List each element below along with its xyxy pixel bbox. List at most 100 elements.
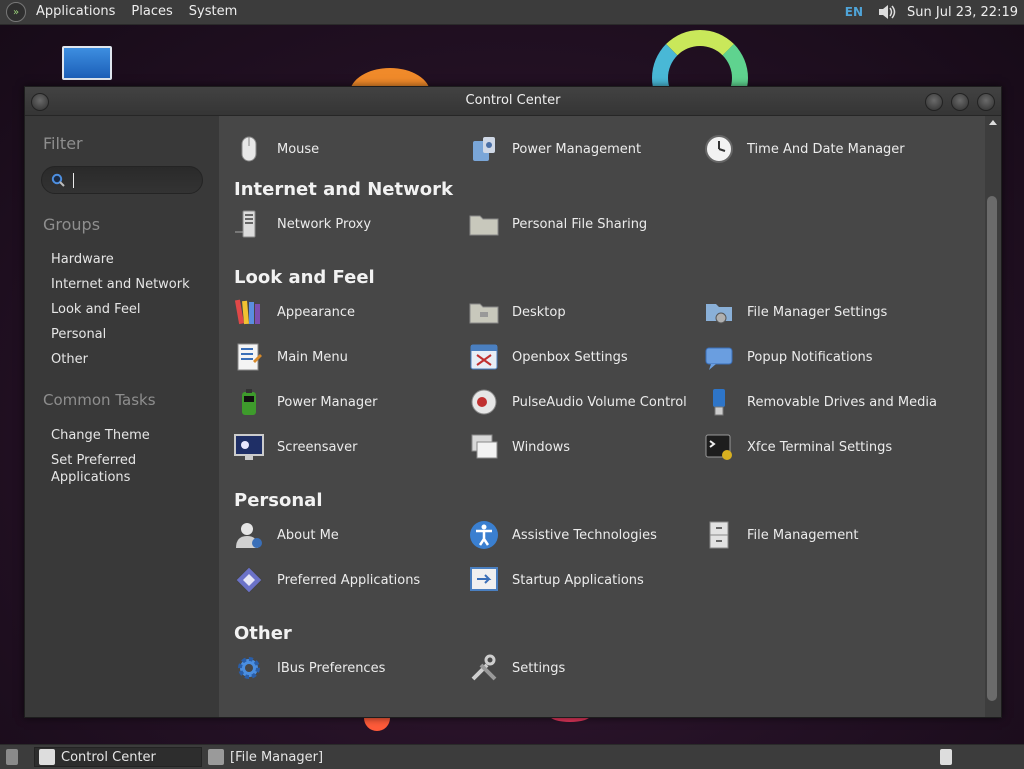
- close-button[interactable]: [977, 93, 995, 111]
- text-cursor: [73, 173, 74, 188]
- common-tasks-heading: Common Tasks: [43, 391, 156, 409]
- control-center-item[interactable]: Xfce Terminal Settings: [689, 431, 892, 463]
- item-label: Power Manager: [277, 394, 378, 410]
- app-menu-logo-icon[interactable]: »: [6, 2, 26, 22]
- control-center-item[interactable]: Windows: [454, 431, 570, 463]
- item-label: Screensaver: [277, 439, 358, 455]
- taskbar-item-file-manager[interactable]: [File Manager]: [204, 747, 384, 767]
- control-center-item[interactable]: Network Proxy: [219, 208, 371, 240]
- control-center-item[interactable]: Personal File Sharing: [454, 208, 647, 240]
- group-link-personal[interactable]: Personal: [51, 326, 106, 343]
- screensaver-icon: [233, 431, 265, 463]
- keyboard-layout-indicator[interactable]: EN: [845, 5, 863, 19]
- control-center-item[interactable]: Screensaver: [219, 431, 357, 463]
- section-title: Other: [234, 623, 292, 644]
- groups-heading: Groups: [43, 215, 101, 234]
- control-center-item[interactable]: File Manager Settings: [689, 296, 887, 328]
- item-label: Openbox Settings: [512, 349, 628, 365]
- item-label: Power Management: [512, 141, 642, 157]
- item-label: IBus Preferences: [277, 660, 386, 676]
- minimize-button[interactable]: [925, 93, 943, 111]
- vertical-scrollbar[interactable]: [985, 116, 1001, 717]
- group-link-internet-and-network[interactable]: Internet and Network: [51, 276, 190, 293]
- applications-menu[interactable]: Applications: [28, 0, 123, 24]
- group-link-look-and-feel[interactable]: Look and Feel: [51, 301, 141, 318]
- item-label: Startup Applications: [512, 572, 644, 588]
- search-icon: [51, 173, 65, 187]
- control-center-item[interactable]: Power Management: [454, 133, 641, 165]
- control-center-item[interactable]: IBus Preferences: [219, 652, 385, 684]
- item-label: Preferred Applications: [277, 572, 421, 588]
- folder-share-icon: [468, 208, 500, 240]
- item-label: Popup Notifications: [747, 349, 873, 365]
- item-label: Xfce Terminal Settings: [747, 439, 893, 455]
- task-set-preferred-applications[interactable]: Set Preferred Applications: [51, 452, 201, 486]
- control-center-item[interactable]: Power Manager: [219, 386, 377, 418]
- computer-desktop-icon[interactable]: [62, 46, 112, 82]
- notification-icon: [703, 341, 735, 373]
- control-center-task-icon: [39, 749, 55, 765]
- window-titlebar[interactable]: Control Center: [25, 87, 1001, 116]
- control-center-item[interactable]: Startup Applications: [454, 564, 644, 596]
- system-tray: EN Sun Jul 23, 22:19: [845, 0, 1024, 24]
- item-label: Assistive Technologies: [512, 527, 657, 543]
- system-menu[interactable]: System: [181, 0, 245, 24]
- main-menu-icon: [233, 341, 265, 373]
- control-center-item[interactable]: Mouse: [219, 133, 319, 165]
- desktop-folder-icon: [468, 296, 500, 328]
- speaker-icon: [468, 386, 500, 418]
- scroll-up-arrow-icon[interactable]: [989, 120, 997, 125]
- usb-drive-icon: [703, 386, 735, 418]
- taskbar-item-control-center[interactable]: Control Center: [34, 747, 202, 767]
- control-center-item[interactable]: Openbox Settings: [454, 341, 628, 373]
- task-change-theme[interactable]: Change Theme: [51, 427, 150, 444]
- tray-app-button[interactable]: [936, 747, 958, 767]
- control-center-item[interactable]: Main Menu: [219, 341, 348, 373]
- windows-icon: [468, 431, 500, 463]
- group-link-hardware[interactable]: Hardware: [51, 251, 114, 268]
- control-center-item[interactable]: Settings: [454, 652, 565, 684]
- network-proxy-icon: [233, 208, 265, 240]
- item-label: Mouse: [277, 141, 320, 157]
- control-center-content: Mouse Power Management Time And Date Manag…: [219, 116, 985, 717]
- group-link-other[interactable]: Other: [51, 351, 88, 368]
- show-desktop-icon: [6, 749, 18, 765]
- control-center-item[interactable]: File Management: [689, 519, 859, 551]
- section-title: Look and Feel: [234, 267, 375, 288]
- places-menu[interactable]: Places: [123, 0, 180, 24]
- item-label: Removable Drives and Media: [747, 394, 937, 410]
- item-label: File Manager Settings: [747, 304, 888, 320]
- power-management-icon: [468, 133, 500, 165]
- item-label: File Management: [747, 527, 859, 543]
- accessibility-icon: [468, 519, 500, 551]
- control-center-item[interactable]: Popup Notifications: [689, 341, 873, 373]
- bottom-taskbar: Control Center [File Manager]: [0, 744, 1024, 769]
- taskbar-item-label: [File Manager]: [230, 749, 324, 765]
- control-center-item[interactable]: Preferred Applications: [219, 564, 420, 596]
- maximize-button[interactable]: [951, 93, 969, 111]
- item-label: Personal File Sharing: [512, 216, 648, 232]
- control-center-item[interactable]: Removable Drives and Media: [689, 386, 937, 418]
- scrollbar-thumb[interactable]: [987, 196, 997, 701]
- show-desktop-button[interactable]: [2, 747, 24, 767]
- item-label: Desktop: [512, 304, 566, 320]
- item-label: Time And Date Manager: [747, 141, 905, 157]
- clock-icon: [703, 133, 735, 165]
- palette-icon: [233, 296, 265, 328]
- control-center-item[interactable]: Desktop: [454, 296, 566, 328]
- item-label: Network Proxy: [277, 216, 372, 232]
- control-center-item[interactable]: About Me: [219, 519, 339, 551]
- window-title: Control Center: [465, 93, 561, 108]
- item-label: Appearance: [277, 304, 356, 320]
- user-info-icon: [233, 519, 265, 551]
- control-center-item[interactable]: Assistive Technologies: [454, 519, 657, 551]
- mouse-icon: [233, 133, 265, 165]
- control-center-item[interactable]: PulseAudio Volume Control: [454, 386, 687, 418]
- volume-icon[interactable]: [877, 4, 897, 20]
- search-input[interactable]: [41, 166, 203, 194]
- clock[interactable]: Sun Jul 23, 22:19: [907, 5, 1018, 20]
- tools-icon: [468, 652, 500, 684]
- terminal-icon: [703, 431, 735, 463]
- control-center-item[interactable]: Appearance: [219, 296, 355, 328]
- control-center-item[interactable]: Time And Date Manager: [689, 133, 905, 165]
